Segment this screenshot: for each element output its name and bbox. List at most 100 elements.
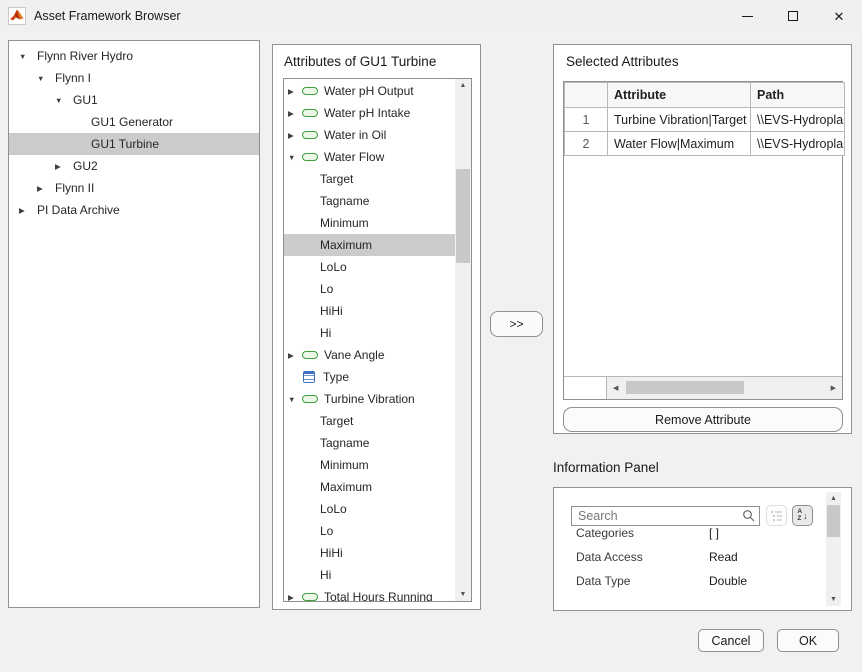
attribute-subitem[interactable]: LoLo — [284, 256, 455, 278]
ok-button[interactable]: OK — [777, 629, 839, 652]
table-row[interactable]: 1 Turbine Vibration|Target \\EVS-Hydropl… — [565, 108, 845, 132]
close-button[interactable] — [816, 0, 862, 32]
attribute-subitem[interactable]: Minimum — [284, 212, 455, 234]
scroll-right-icon[interactable] — [831, 377, 836, 399]
attribute-item[interactable]: Total Hours Running — [284, 586, 455, 602]
path-column-header[interactable]: Path — [751, 83, 845, 108]
attribute-subitem-selected[interactable]: Maximum — [284, 234, 455, 256]
attribute-subitem[interactable]: Lo — [284, 520, 455, 542]
attribute-label: Target — [320, 414, 353, 428]
scrollbar-thumb[interactable] — [827, 505, 840, 537]
group-by-category-button — [766, 505, 787, 526]
attribute-pill-icon — [302, 351, 318, 359]
expander-icon[interactable] — [55, 162, 73, 171]
attribute-subitem[interactable]: Tagname — [284, 432, 455, 454]
expander-icon[interactable] — [288, 395, 302, 404]
attribute-item[interactable]: Turbine Vibration — [284, 388, 455, 410]
search-input[interactable] — [571, 506, 760, 526]
tree-item-label: GU2 — [73, 159, 98, 173]
expander-icon[interactable] — [288, 593, 302, 602]
attribute-cell[interactable]: Water Flow|Maximum — [608, 132, 751, 156]
expander-icon[interactable] — [19, 52, 37, 61]
information-panel-title: Information Panel — [553, 460, 659, 475]
tree-item-flynn-river-hydro[interactable]: Flynn River Hydro — [9, 45, 259, 67]
tree-item-gu1[interactable]: GU1 — [9, 89, 259, 111]
attribute-cell[interactable]: Turbine Vibration|Target — [608, 108, 751, 132]
tree-item-label: Flynn II — [55, 181, 94, 195]
sort-down-arrow-icon — [803, 511, 808, 521]
table-row[interactable]: 2 Water Flow|Maximum \\EVS-Hydropla — [565, 132, 845, 156]
attribute-item[interactable]: Water pH Output — [284, 80, 455, 102]
tree-item-gu1-generator[interactable]: GU1 Generator — [9, 111, 259, 133]
attribute-subitem[interactable]: HiHi — [284, 300, 455, 322]
tree-item-flynn-i[interactable]: Flynn I — [9, 67, 259, 89]
minimize-icon — [742, 16, 753, 17]
scroll-up-icon[interactable] — [455, 82, 471, 89]
attribute-subitem[interactable]: Maximum — [284, 476, 455, 498]
attribute-label: Target — [320, 172, 353, 186]
expander-icon[interactable] — [288, 153, 302, 162]
row-number: 1 — [565, 108, 608, 132]
expander-icon[interactable] — [37, 74, 55, 83]
info-scrollbar[interactable] — [826, 492, 841, 606]
attribute-label: Lo — [320, 524, 333, 538]
scroll-down-icon[interactable] — [455, 591, 471, 598]
tree-item-gu1-turbine[interactable]: GU1 Turbine — [9, 133, 259, 155]
attribute-label: HiHi — [320, 304, 343, 318]
attribute-item[interactable]: Water Flow — [284, 146, 455, 168]
cancel-button[interactable]: Cancel — [698, 629, 764, 652]
row-number-header — [565, 83, 608, 108]
attribute-label: Total Hours Running — [324, 590, 433, 602]
attribute-item[interactable]: Water in Oil — [284, 124, 455, 146]
attribute-subitem[interactable]: Hi — [284, 564, 455, 586]
expander-icon[interactable] — [55, 96, 73, 105]
attribute-subitem[interactable]: Target — [284, 168, 455, 190]
property-row[interactable]: Data Type Double — [576, 574, 747, 588]
attribute-pill-icon — [302, 395, 318, 403]
tree-item-label: Flynn I — [55, 71, 91, 85]
remove-attribute-button[interactable]: Remove Attribute — [563, 407, 843, 432]
attribute-subitem[interactable]: Tagname — [284, 190, 455, 212]
attribute-subitem[interactable]: LoLo — [284, 498, 455, 520]
tree-item-flynn-ii[interactable]: Flynn II — [9, 177, 259, 199]
attribute-subitem[interactable]: HiHi — [284, 542, 455, 564]
attribute-label: Water pH Output — [324, 84, 414, 98]
tree-list-icon — [770, 510, 783, 522]
attribute-item[interactable]: Water pH Intake — [284, 102, 455, 124]
expander-icon[interactable] — [19, 206, 37, 215]
expander-icon[interactable] — [288, 131, 302, 140]
attribute-item[interactable]: Vane Angle — [284, 344, 455, 366]
minimize-button[interactable] — [724, 0, 770, 32]
property-row[interactable]: Categories [ ] — [576, 526, 719, 540]
expander-icon[interactable] — [288, 351, 302, 360]
table-corner-cell — [564, 377, 607, 399]
property-row[interactable]: Data Access Read — [576, 550, 738, 564]
tree-item-pi-data-archive[interactable]: PI Data Archive — [9, 199, 259, 221]
scroll-down-icon[interactable] — [826, 596, 841, 603]
attribute-subitem[interactable]: Hi — [284, 322, 455, 344]
scroll-left-icon[interactable] — [613, 377, 618, 399]
attribute-subitem[interactable]: Target — [284, 410, 455, 432]
attribute-pill-icon — [302, 153, 318, 161]
maximize-button[interactable] — [770, 0, 816, 32]
attribute-subitem[interactable]: Lo — [284, 278, 455, 300]
add-attribute-button[interactable]: >> — [490, 311, 543, 337]
attribute-label: Water Flow — [324, 150, 384, 164]
attribute-item[interactable]: Type — [284, 366, 455, 388]
attributes-scrollbar[interactable] — [455, 79, 471, 601]
path-cell[interactable]: \\EVS-Hydropla — [751, 108, 845, 132]
scroll-up-icon[interactable] — [826, 495, 841, 502]
path-cell[interactable]: \\EVS-Hydropla — [751, 132, 845, 156]
expander-icon[interactable] — [288, 109, 302, 118]
expander-icon[interactable] — [288, 87, 302, 96]
attribute-pill-icon — [302, 131, 318, 139]
attribute-subitem[interactable]: Minimum — [284, 454, 455, 476]
sort-alphabetical-button[interactable]: AZ — [792, 505, 813, 526]
scrollbar-thumb[interactable] — [626, 381, 744, 394]
table-horizontal-scrollbar[interactable] — [564, 376, 842, 399]
sort-az-icon: AZ — [797, 509, 802, 522]
scrollbar-thumb[interactable] — [456, 169, 470, 263]
attribute-column-header[interactable]: Attribute — [608, 83, 751, 108]
expander-icon[interactable] — [37, 184, 55, 193]
tree-item-gu2[interactable]: GU2 — [9, 155, 259, 177]
